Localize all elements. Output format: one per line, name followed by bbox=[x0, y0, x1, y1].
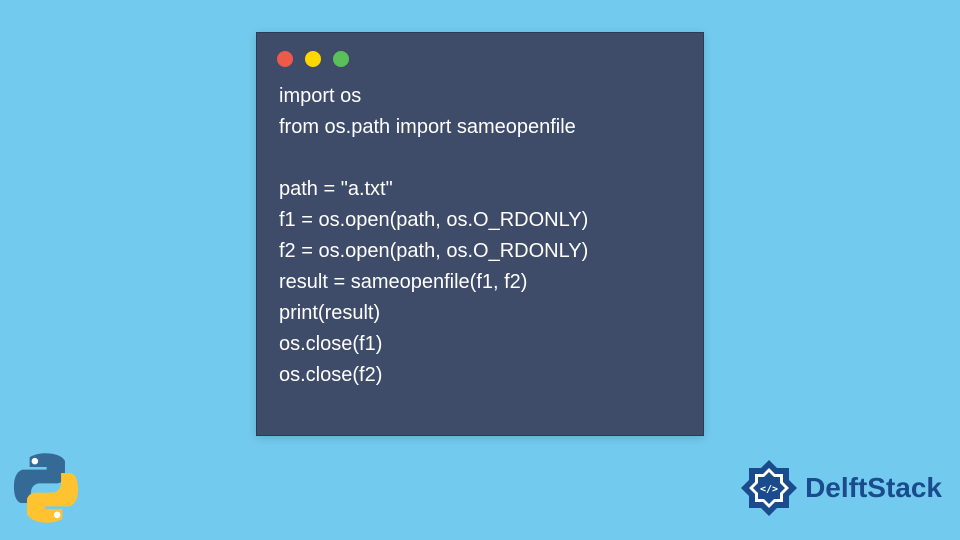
delftstack-brand-text: DelftStack bbox=[805, 472, 942, 504]
window-maximize-dot bbox=[333, 51, 349, 67]
window-minimize-dot bbox=[305, 51, 321, 67]
code-window: import os from os.path import sameopenfi… bbox=[256, 32, 704, 436]
window-controls bbox=[257, 33, 703, 77]
delftstack-mark-icon: </> bbox=[739, 458, 799, 518]
code-body: import os from os.path import sameopenfi… bbox=[257, 77, 703, 409]
window-close-dot bbox=[277, 51, 293, 67]
python-logo-icon bbox=[10, 452, 82, 524]
delftstack-logo: </> DelftStack bbox=[739, 458, 942, 518]
svg-text:</>: </> bbox=[760, 484, 778, 495]
